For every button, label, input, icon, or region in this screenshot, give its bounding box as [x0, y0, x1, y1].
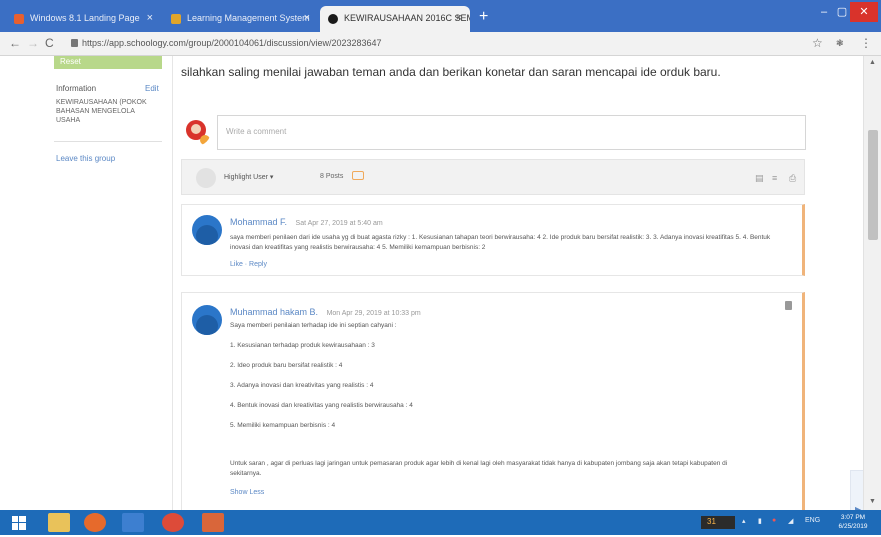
post-author[interactable]: Muhammad hakam B. Mon Apr 29, 2019 at 10…	[230, 307, 421, 317]
post-body: saya memberi penilaen dari ide usaha yg …	[230, 234, 771, 251]
new-tab-button[interactable]: +	[479, 8, 488, 26]
reload-icon[interactable]: C	[45, 36, 54, 50]
post-date: Sat Apr 27, 2019 at 5:40 am	[295, 220, 383, 227]
system-clock[interactable]: 3:07 PM 6/25/2019	[829, 513, 877, 531]
maximize-button[interactable]: ▢	[835, 2, 849, 22]
file-explorer-icon[interactable]	[48, 513, 70, 532]
rating-item: 2. Ideo produk baru bersifat realistik :…	[230, 362, 343, 369]
discussion-main: silahkan saling menilai jawaban teman an…	[172, 56, 812, 510]
current-user-avatar	[181, 116, 211, 146]
discussion-post: Muhammad hakam B. Mon Apr 29, 2019 at 10…	[181, 292, 805, 510]
clock-time: 3:07 PM	[840, 514, 866, 521]
close-tab-icon[interactable]: ×	[147, 12, 153, 24]
powerpoint-app-icon[interactable]	[202, 513, 224, 532]
post-date: Mon Apr 29, 2019 at 10:33 pm	[326, 310, 421, 317]
comment-input[interactable]: Write a comment	[217, 115, 806, 150]
tab-label: KEWIRAUSAHAAN 2016C SEMES	[344, 13, 470, 23]
bookmark-star-icon[interactable]: ☆	[812, 36, 823, 50]
group-sidebar: Reset Information Edit KEWIRAUSAHAAN (PO…	[0, 56, 170, 510]
windows-tab-icon	[14, 14, 24, 24]
scroll-down-icon[interactable]: ▼	[869, 498, 876, 505]
posts-count: 8 Posts	[320, 173, 344, 180]
sidebar-green-button[interactable]: Reset	[54, 56, 162, 69]
like-reply-links[interactable]: Like · Reply	[230, 261, 267, 268]
author-name[interactable]: Muhammad hakam B.	[230, 307, 318, 317]
post-author[interactable]: Mohammad F. Sat Apr 27, 2019 at 5:40 am	[230, 217, 383, 227]
discussion-prompt: silahkan saling menilai jawaban teman an…	[181, 65, 721, 79]
close-tab-icon[interactable]: ×	[456, 12, 462, 24]
leave-group-link[interactable]: Leave this group	[56, 154, 115, 163]
close-tab-icon[interactable]: ×	[304, 12, 310, 24]
post-suggestion: Untuk saran , agar di perluas lagi jarin…	[230, 460, 728, 477]
browser-tab-lms[interactable]: Learning Management System ×	[163, 6, 318, 32]
comments-icon	[352, 171, 364, 180]
clock-date: 6/25/2019	[838, 523, 868, 530]
volume-icon[interactable]: ◢	[788, 517, 793, 525]
tab-label: Learning Management System	[187, 13, 310, 23]
browser-tab-windows[interactable]: Windows 8.1 Landing Page ×	[6, 6, 161, 32]
browser-tab-strip: Windows 8.1 Landing Page × Learning Mana…	[0, 0, 881, 32]
chrome-icon[interactable]	[162, 513, 184, 532]
rating-item: 4. Bentuk inovasi dan kreativitas yang r…	[230, 402, 413, 409]
address-bar: ← → C https://app.schoology.com/group/20…	[0, 32, 881, 56]
lock-icon	[71, 39, 78, 47]
discussion-post: Mohammad F. Sat Apr 27, 2019 at 5:40 am …	[181, 204, 805, 276]
forward-icon[interactable]: →	[27, 36, 39, 50]
threaded-view-icon[interactable]: ≡	[772, 173, 777, 183]
word-app-icon[interactable]	[122, 513, 144, 532]
rating-item: 5. Memiliki kemampuan berbisnis : 4	[230, 422, 336, 429]
delete-icon[interactable]	[785, 301, 792, 310]
browser-menu-icon[interactable]: ⋮	[860, 36, 872, 50]
scroll-up-icon[interactable]: ▲	[869, 59, 876, 66]
scrollbar-thumb[interactable]	[868, 130, 878, 240]
tray-arrow-icon[interactable]: ▴	[742, 517, 746, 525]
rating-item: 1. Kesusianan terhadap produk kewirausah…	[230, 342, 375, 349]
battery-indicator[interactable]: 31	[701, 516, 735, 529]
schoology-tab-icon	[328, 14, 338, 24]
information-heading: Information	[56, 84, 97, 93]
discussion-toolbar: Highlight User ▾ 8 Posts ▤ ≡ ⎙	[181, 159, 805, 195]
language-indicator[interactable]: ENG	[805, 517, 820, 524]
list-view-icon[interactable]: ▤	[755, 173, 764, 184]
extension-icon[interactable]: ❃	[836, 38, 844, 49]
close-window-button[interactable]: ✕	[850, 2, 878, 22]
antivirus-icon[interactable]: ●	[772, 517, 776, 524]
group-information-text: KEWIRAUSAHAAN (POKOK BAHASAN MENGELOLA U…	[56, 99, 147, 124]
tab-label: Windows 8.1 Landing Page	[30, 13, 140, 23]
lms-tab-icon	[171, 14, 181, 24]
firefox-icon[interactable]	[84, 513, 106, 532]
start-button[interactable]	[8, 513, 30, 532]
page-scrollbar[interactable]: ▲ ▼	[863, 56, 881, 510]
browser-tab-schoology[interactable]: KEWIRAUSAHAAN 2016C SEMES ×	[320, 6, 470, 32]
highlight-user-dropdown[interactable]: Highlight User ▾	[224, 173, 273, 181]
information-edit-link[interactable]: Edit	[145, 84, 159, 93]
windows-taskbar: 31 ▴ ▮ ● ◢ ENG 3:07 PM 6/25/2019	[0, 510, 881, 535]
highlight-user-avatar-icon	[196, 168, 216, 188]
post-intro: Saya memberi penilaian terhadap ide ini …	[230, 322, 397, 329]
minimize-button[interactable]: –	[813, 2, 835, 22]
back-icon[interactable]: ←	[9, 36, 21, 50]
page-content: Reset Information Edit KEWIRAUSAHAAN (PO…	[0, 56, 881, 510]
avatar	[192, 215, 222, 245]
sidebar-divider	[54, 141, 162, 142]
author-name[interactable]: Mohammad F.	[230, 217, 287, 227]
show-less-link[interactable]: Show Less	[230, 489, 264, 496]
network-icon[interactable]: ▮	[758, 517, 762, 525]
print-icon[interactable]: ⎙	[789, 173, 796, 184]
avatar	[192, 305, 222, 335]
rating-item: 3. Adanya inovasi dan kreativitas yang r…	[230, 382, 374, 389]
url-field[interactable]: https://app.schoology.com/group/20001040…	[82, 38, 382, 48]
